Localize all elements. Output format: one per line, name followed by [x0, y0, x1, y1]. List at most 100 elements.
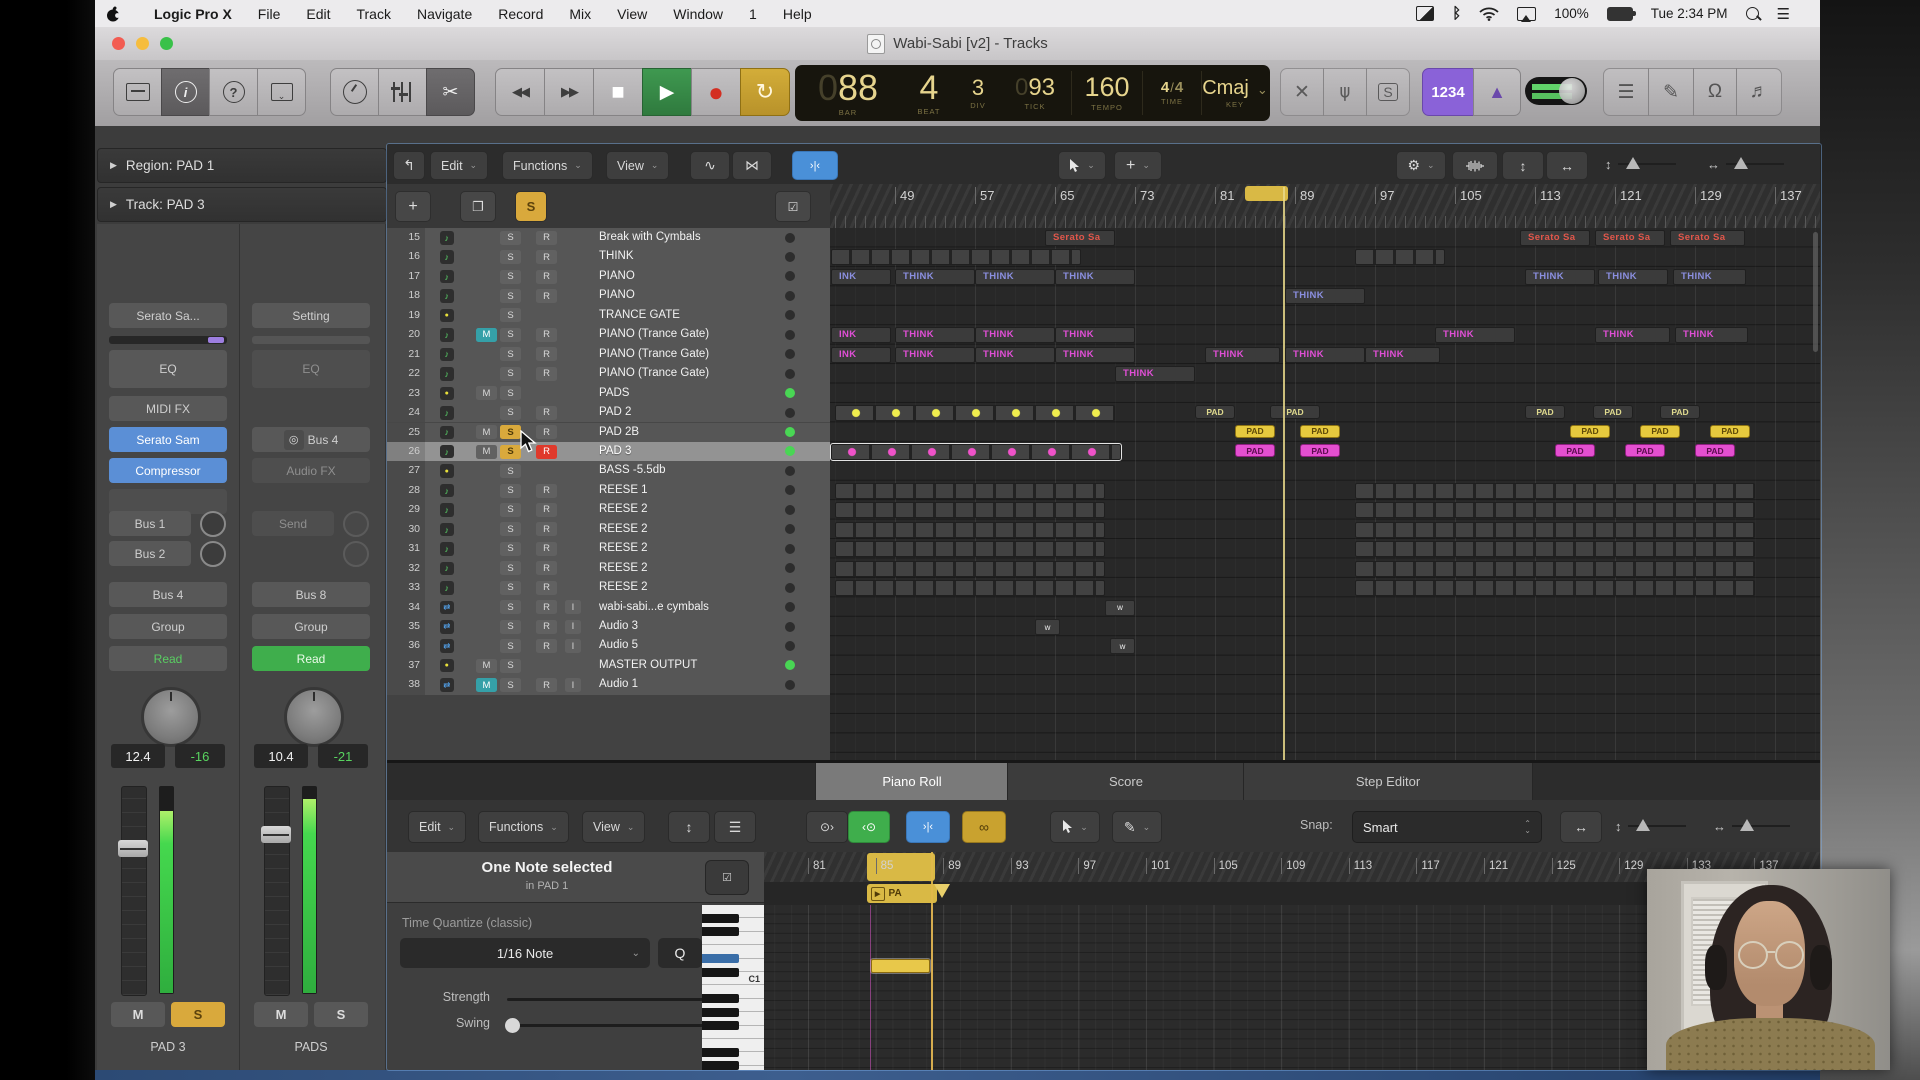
menu-track[interactable]: Track	[343, 6, 403, 22]
track-row-22[interactable]: 22♪SRPIANO (Trance Gate)	[387, 364, 830, 384]
smart-controls-button[interactable]	[330, 68, 379, 116]
record-enable-button[interactable]: R	[536, 250, 557, 264]
horizontal-zoom-slider[interactable]: ↔	[1707, 154, 1784, 174]
bar-ruler[interactable]: 49576573818997105113121129137	[830, 184, 1820, 229]
volume-fader-handle[interactable]	[261, 826, 291, 843]
region-think[interactable]: THINK	[895, 269, 975, 285]
record-enable-button[interactable]: R	[536, 542, 557, 556]
library-button[interactable]	[113, 68, 162, 116]
region-pad-grey[interactable]: PAD	[1593, 405, 1633, 419]
record-enable-button[interactable]: R	[536, 406, 557, 420]
automation-button[interactable]: ∿	[690, 151, 730, 180]
battery-icon[interactable]	[1607, 7, 1633, 21]
pan-knob[interactable]	[284, 687, 344, 747]
track-row-27[interactable]: 27●SBASS -5.5db	[387, 461, 830, 481]
region-pad-grey[interactable]: PAD	[1270, 405, 1320, 419]
region-think[interactable]: THINK	[975, 347, 1055, 363]
track-row-23[interactable]: 23●MSPADS	[387, 384, 830, 404]
midi-in-button[interactable]: ⊙›	[806, 811, 848, 843]
region-pad-grey[interactable]: PAD	[1525, 405, 1565, 419]
region-think[interactable]: THINK	[1205, 347, 1280, 363]
key-chevron-icon[interactable]: ⌄	[1257, 83, 1268, 96]
close-window-button[interactable]	[112, 37, 125, 50]
master-volume-slider[interactable]	[1525, 77, 1587, 105]
eq-slot[interactable]: EQ	[109, 350, 227, 388]
record-enable-button[interactable]: R	[536, 328, 557, 342]
mute-button[interactable]: M	[476, 425, 497, 439]
solo-button[interactable]: S	[500, 328, 521, 342]
volume-fader-track[interactable]	[264, 786, 290, 996]
region-play-icon[interactable]: ▶	[871, 887, 885, 901]
region-header-tag[interactable]: ▶ PA	[867, 884, 937, 903]
snap-dropdown[interactable]: Smart ⌃⌄	[1352, 811, 1542, 843]
solo-button[interactable]: S	[500, 503, 521, 517]
region-serato-sa[interactable]: Serato Sa	[1520, 230, 1590, 246]
piano-keyboard[interactable]: C1	[702, 905, 765, 1070]
audio-fx-slot-2[interactable]: Compressor	[109, 458, 227, 483]
region-think[interactable]: THINK	[1285, 347, 1365, 363]
stereo-format-icon[interactable]: ◎	[284, 430, 304, 450]
airplay-icon[interactable]	[1517, 7, 1536, 21]
display-panel-icon[interactable]	[1416, 6, 1434, 21]
track-row-21[interactable]: 21♪SRPIANO (Trance Gate)	[387, 345, 830, 365]
region-pad-yellow[interactable]: PAD	[1235, 425, 1275, 439]
record-button[interactable]: ●	[691, 68, 741, 116]
track-row-26[interactable]: 26♪MSRPAD 3	[387, 442, 830, 462]
horizontal-zoom-button[interactable]: ↔	[1546, 151, 1588, 180]
region-pad-yellow[interactable]: PAD	[1710, 425, 1750, 439]
output-slot[interactable]: ◎ Bus 4	[252, 427, 370, 452]
mute-button[interactable]: M	[476, 445, 497, 459]
region-cells[interactable]	[1355, 249, 1445, 265]
send-slot[interactable]: Send	[252, 511, 334, 536]
region-think[interactable]: THINK	[1525, 269, 1595, 285]
midi-out-button[interactable]: ‹⊙	[848, 811, 890, 843]
cycle-button[interactable]: ↻	[740, 68, 790, 116]
record-enable-button[interactable]: R	[536, 484, 557, 498]
group-slot[interactable]: Group	[252, 614, 370, 639]
pointer-tool-menu[interactable]: ⌄	[1050, 811, 1100, 843]
piano-key-black[interactable]	[702, 1021, 739, 1030]
pan-value[interactable]: -16	[175, 744, 225, 768]
piano-key-black[interactable]	[702, 1048, 739, 1057]
editor-playhead[interactable]	[931, 852, 933, 1070]
duplicate-track-button[interactable]: ❐	[460, 191, 496, 222]
record-enable-button[interactable]: R	[536, 639, 557, 653]
quick-help-button[interactable]: ?	[209, 68, 258, 116]
zoom-slider-handle[interactable]	[1740, 819, 1754, 831]
piano-key-black[interactable]	[702, 994, 739, 1003]
track-row-30[interactable]: 30♪SRREESE 2	[387, 520, 830, 540]
volume-fader-track[interactable]	[121, 786, 147, 996]
notification-center-icon[interactable]: ☰	[1777, 5, 1790, 23]
track-row-25[interactable]: 25♪MSRPAD 2B	[387, 423, 830, 443]
solo-button[interactable]: S	[500, 620, 521, 634]
region-pad-pink[interactable]: PAD	[1695, 444, 1735, 458]
record-enable-button[interactable]: R	[536, 445, 557, 459]
solo-button[interactable]: S	[500, 289, 521, 303]
pencil-tool-menu[interactable]: ✎⌄	[1112, 811, 1162, 843]
zoom-slider-handle[interactable]	[1626, 157, 1640, 169]
send-knob[interactable]	[343, 511, 369, 537]
region-think[interactable]: THINK	[1675, 327, 1748, 343]
send-knob-2[interactable]	[343, 541, 369, 567]
solo-button[interactable]: S	[500, 659, 521, 673]
volume-fader-handle[interactable]	[118, 840, 148, 857]
solo-button[interactable]: S	[500, 542, 521, 556]
solo-button[interactable]: S	[500, 484, 521, 498]
region-pad-grey[interactable]: PAD	[1660, 405, 1700, 419]
record-enable-button[interactable]: R	[536, 347, 557, 361]
record-enable-button[interactable]: R	[536, 231, 557, 245]
vertical-zoom-button[interactable]: ↕	[1502, 151, 1544, 180]
solo-button[interactable]: S	[500, 561, 521, 575]
track-row-28[interactable]: 28♪SRREESE 1	[387, 481, 830, 501]
menu-view[interactable]: View	[604, 6, 660, 22]
wifi-icon[interactable]	[1479, 7, 1499, 21]
catch-playhead-button[interactable]: ›|‹	[906, 811, 950, 843]
region-think[interactable]: THINK	[1115, 366, 1195, 382]
track-row-33[interactable]: 33♪SRREESE 2	[387, 578, 830, 598]
quantize-apply-button[interactable]: Q	[658, 938, 702, 968]
solo-button[interactable]: S	[500, 386, 521, 400]
region-marker[interactable]: w	[1110, 638, 1135, 654]
mute-button[interactable]: M	[254, 1002, 308, 1027]
flex-button[interactable]: ⋈	[732, 151, 772, 180]
solo-mode-button[interactable]: S	[1366, 68, 1410, 116]
